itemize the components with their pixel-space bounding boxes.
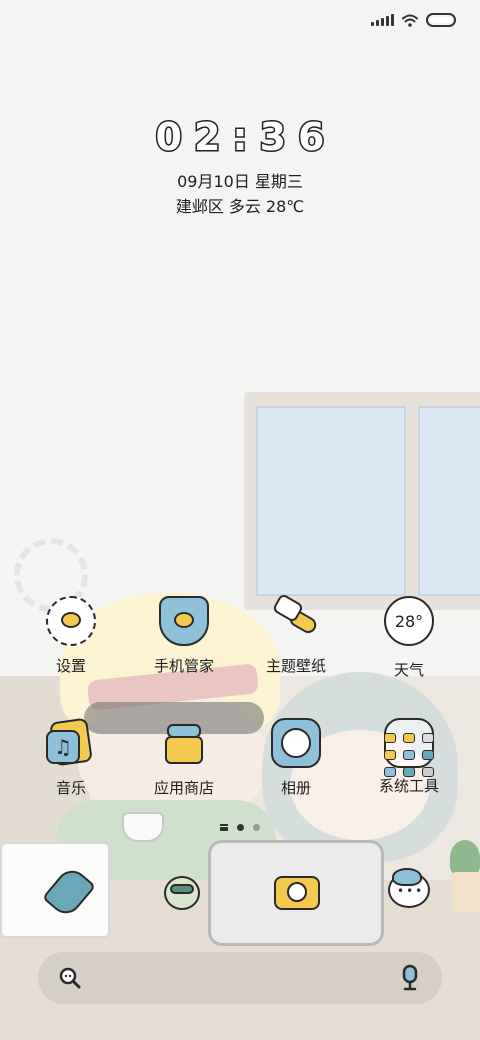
dock-phone[interactable] — [41, 864, 97, 920]
dock-messages[interactable]: ••• — [384, 868, 434, 918]
app-store[interactable]: 应用商店 — [128, 718, 240, 798]
app-store-icon — [159, 718, 209, 768]
app-label: 手机管家 — [153, 657, 214, 675]
app-photos[interactable]: 相册 — [240, 718, 352, 798]
wallpaper-plant-pot — [452, 872, 480, 912]
search-bar[interactable] — [38, 952, 442, 1004]
status-bar — [371, 10, 456, 30]
photos-icon — [271, 718, 321, 768]
app-label: 音乐 — [55, 779, 86, 797]
app-label: 相册 — [280, 779, 311, 797]
folder-icon — [384, 718, 434, 777]
app-list-icon[interactable] — [220, 824, 228, 831]
page-dot[interactable] — [253, 824, 260, 831]
clock-time: 02:36 — [154, 114, 337, 161]
wallpaper-window-pane — [256, 406, 406, 596]
app-phone-manager[interactable]: 手机管家 — [128, 596, 240, 676]
app-label: 系统工具 — [378, 777, 439, 795]
music-icon: ♫ — [46, 717, 96, 768]
signal-bars-icon — [371, 14, 394, 26]
wallpaper-window-pane — [418, 406, 480, 596]
dock-robot-app[interactable] — [158, 868, 208, 918]
page-indicator[interactable] — [0, 824, 480, 831]
paintbrush-icon — [271, 592, 321, 646]
app-music[interactable]: ♫ 音乐 — [15, 717, 127, 798]
folder-system-tools[interactable]: 系统工具 — [353, 718, 465, 796]
page-dot-active[interactable] — [237, 824, 244, 831]
clock-date: 09月10日 星期三 — [177, 172, 303, 191]
app-label: 设置 — [55, 657, 86, 675]
security-shield-icon — [159, 596, 209, 646]
wallpaper-plant — [450, 840, 480, 876]
wifi-icon — [402, 14, 418, 27]
battery-icon — [426, 13, 456, 27]
app-weather[interactable]: 28° 天气 — [353, 596, 465, 680]
clock-widget[interactable]: 02:36 09月10日 星期三 建邺区 多云 28℃ — [0, 114, 480, 220]
app-label: 应用商店 — [153, 779, 214, 797]
dock-camera[interactable] — [272, 868, 322, 918]
app-label: 主题壁纸 — [265, 657, 326, 675]
app-label: 天气 — [393, 661, 424, 679]
weather-icon: 28° — [384, 596, 434, 646]
app-themes[interactable]: 主题壁纸 — [240, 592, 352, 676]
search-icon[interactable] — [58, 966, 82, 990]
app-settings[interactable]: 设置 — [15, 596, 127, 676]
microphone-icon[interactable] — [398, 964, 422, 992]
settings-icon — [46, 596, 96, 646]
clock-weather: 建邺区 多云 28℃ — [175, 197, 305, 216]
